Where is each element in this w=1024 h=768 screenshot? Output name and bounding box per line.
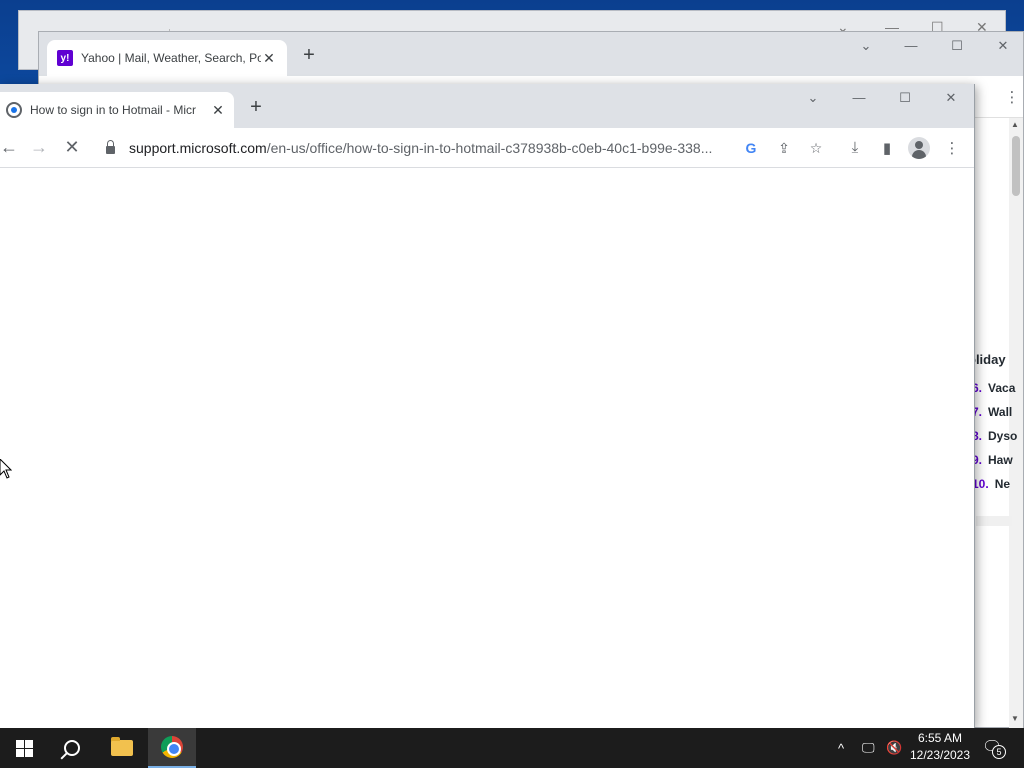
scroll-down-icon[interactable]: ▼ [1011,714,1019,723]
close-window-icon[interactable]: ✕ [939,90,963,106]
network-icon[interactable]: 🖵 [862,728,875,768]
mouse-cursor-icon [0,459,12,479]
chrome-icon [161,736,183,758]
menu-icon[interactable]: ⋮ [941,139,963,157]
browser-toolbar: ← → ✕ support.microsoft.com/en-us/office… [0,128,974,168]
tab-hotmail-help[interactable]: How to sign in to Hotmail - Micr ✕ [0,92,234,128]
trending-item[interactable]: 9. Haw [972,453,1013,467]
tab-title: How to sign in to Hotmail - Micr [30,103,197,117]
scrollbar[interactable]: ▲ ▼ [1009,118,1023,729]
share-icon[interactable]: ⇪ [774,140,794,157]
clock-time: 6:55 AM [917,731,963,745]
new-tab-button[interactable]: + [297,44,321,67]
trending-item[interactable]: 7. Wall [972,405,1012,419]
trending-item[interactable]: 8. Dyso [972,429,1017,443]
close-window-icon[interactable]: ✕ [991,38,1015,54]
stop-loading-icon[interactable]: ✕ [61,137,83,158]
start-button[interactable] [0,728,48,768]
page-content-blank [0,169,974,728]
forward-arrow-icon[interactable]: → [28,137,50,158]
url-text[interactable]: support.microsoft.com/en-us/office/how-t… [129,140,729,156]
menu-icon[interactable]: ⋮ [1001,88,1023,106]
close-tab-icon[interactable]: ✕ [210,102,226,119]
windows-logo-icon [15,739,33,757]
close-tab-icon[interactable]: ✕ [261,50,277,67]
search-icon [64,740,80,756]
download-icon[interactable]: ⤓ [844,139,866,156]
chrome-taskbar-button[interactable] [148,728,196,768]
minimize-icon[interactable]: — [847,90,871,105]
new-tab-button[interactable]: + [244,96,268,119]
tab-strip: y! Yahoo | Mail, Weather, Search, Po ✕ +… [39,32,1023,76]
scrollbar-thumb[interactable] [1012,136,1020,196]
maximize-icon[interactable]: ☐ [945,38,969,54]
notification-count-badge: 5 [992,745,1006,759]
yahoo-favicon-icon: y! [57,50,73,66]
star-bookmark-icon[interactable]: ☆ [806,140,826,157]
tab-strip: How to sign in to Hotmail - Micr ✕ + ⌄ —… [0,84,974,128]
minimize-icon[interactable]: — [899,38,923,53]
trending-item[interactable]: 6. Vaca [972,381,1015,395]
search-button[interactable] [48,728,96,768]
system-clock[interactable]: 6:55 AM 12/23/2023 [908,730,972,764]
folder-icon [111,737,133,756]
chevron-up-icon: ^ [838,740,845,756]
file-explorer-button[interactable] [98,728,146,768]
section-divider [976,516,1012,526]
profile-avatar-icon[interactable] [908,137,930,159]
taskbar: ^ 🖵 🔇 6:55 AM 12/23/2023 🗨 5 [0,728,1024,768]
chevron-down-icon[interactable]: ⌄ [801,90,825,106]
clock-date: 12/23/2023 [909,748,971,762]
show-hidden-icons-button[interactable]: ^ [838,728,844,768]
address-bar[interactable]: support.microsoft.com/en-us/office/how-t… [96,132,834,164]
tab-title: Yahoo | Mail, Weather, Search, Po [81,51,261,65]
volume-muted-icon[interactable]: 🔇 [886,728,902,768]
side-panel-icon[interactable]: ▮ [876,139,898,157]
scroll-up-icon[interactable]: ▲ [1011,120,1019,129]
lock-icon[interactable] [106,140,115,154]
maximize-icon[interactable]: ☐ [893,90,917,106]
google-lens-icon[interactable]: G [741,140,761,156]
chevron-down-icon[interactable]: ⌄ [854,38,878,54]
active-browser-window[interactable]: How to sign in to Hotmail - Micr ✕ + ⌄ —… [0,84,975,728]
action-center-button[interactable]: 🗨 5 [982,737,1006,759]
trending-item[interactable]: 10. Ne [972,477,1010,491]
tab-yahoo[interactable]: y! Yahoo | Mail, Weather, Search, Po ✕ [47,40,287,76]
loading-favicon-icon [6,102,22,118]
back-arrow-icon[interactable]: ← [0,137,20,158]
